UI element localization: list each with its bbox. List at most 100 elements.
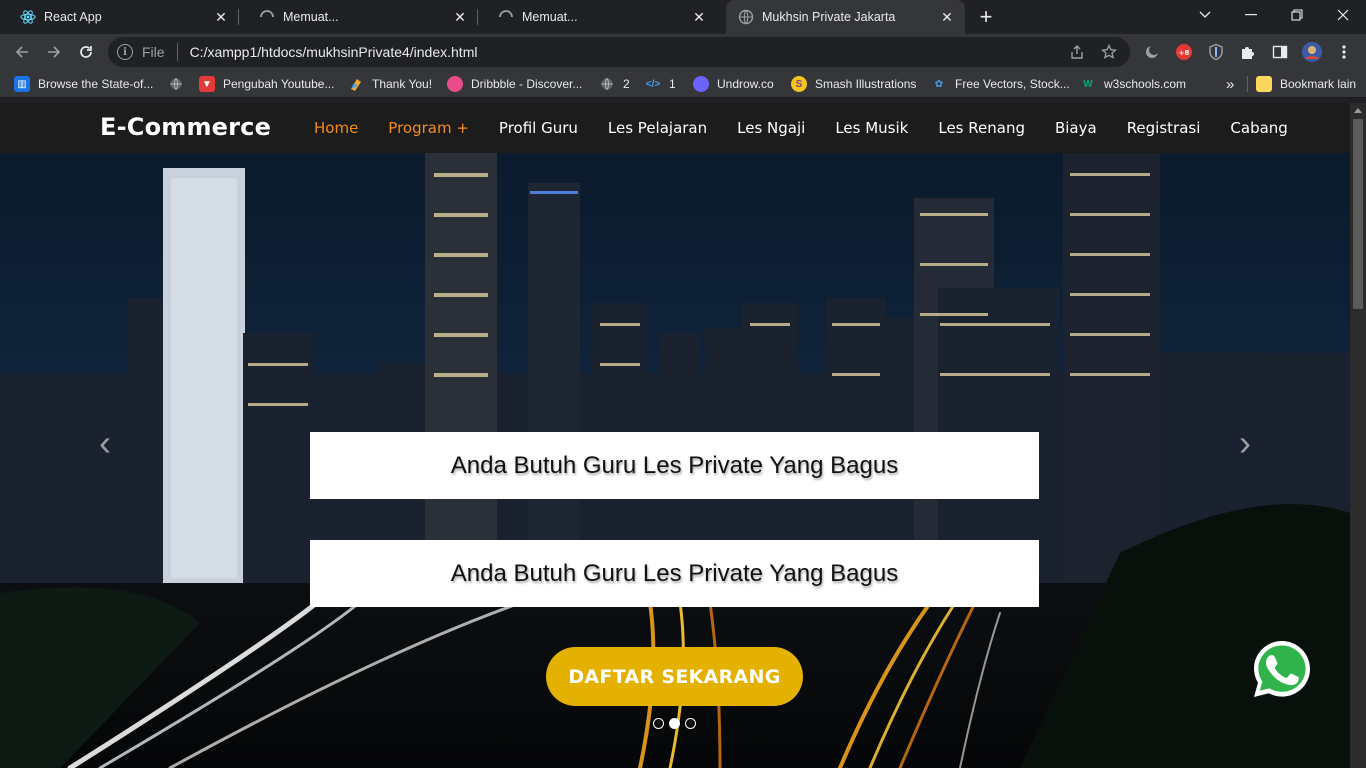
folder-icon (1256, 76, 1272, 92)
page-viewport: E-Commerce Home Program + Profil Guru Le… (0, 103, 1350, 768)
bookmark-icon (348, 76, 364, 92)
url-text[interactable]: C:/xampp1/htdocs/mukhsinPrivate4/index.h… (190, 44, 1066, 60)
carousel-indicators (653, 718, 696, 729)
papers-icon: ▥ (14, 76, 30, 92)
bookmark-smash[interactable]: S Smash Illustrations (791, 75, 916, 93)
youtube-icon: ▼ (199, 76, 215, 92)
close-icon[interactable]: ✕ (213, 9, 229, 25)
kebab-menu-icon (1342, 45, 1346, 59)
address-divider (176, 43, 178, 61)
react-icon (20, 9, 36, 25)
nav-les-musik[interactable]: Les Musik (835, 119, 908, 137)
back-arrow-icon (15, 46, 28, 58)
side-panel-button[interactable] (1268, 40, 1292, 64)
nav-les-ngaji[interactable]: Les Ngaji (737, 119, 805, 137)
nav-les-pelajaran[interactable]: Les Pelajaran (608, 119, 707, 137)
nav-home[interactable]: Home (314, 119, 358, 137)
nav-les-renang[interactable]: Les Renang (938, 119, 1025, 137)
minimize-button[interactable] (1228, 0, 1274, 30)
close-window-button[interactable] (1320, 0, 1366, 30)
carousel-prev-button[interactable]: ‹ (90, 422, 120, 463)
bookmark-undrow[interactable]: Undrow.co (693, 75, 774, 93)
extension-badge[interactable]: +8 (1172, 40, 1196, 64)
close-icon[interactable]: ✕ (452, 9, 468, 25)
bookmark-label: Bookmark lain (1280, 77, 1357, 91)
bookmark-youtube-converter[interactable]: ▼ Pengubah Youtube... (199, 75, 334, 93)
carousel-indicator-1[interactable] (653, 718, 664, 729)
reload-button[interactable] (74, 40, 98, 64)
share-icon[interactable] (1066, 41, 1088, 63)
bookmark-w3schools[interactable]: W w3schools.com (1080, 75, 1186, 93)
bookmark-dribbble[interactable]: Dribbble - Discover... (447, 75, 582, 93)
close-icon[interactable]: ✕ (691, 9, 707, 25)
bookmark-globe[interactable] (168, 75, 192, 93)
other-bookmarks[interactable]: Bookmark lain (1256, 75, 1356, 93)
extensions-button[interactable] (1236, 40, 1260, 64)
bookmark-label: Browse the State-of... (38, 77, 154, 91)
nav-profil-guru[interactable]: Profil Guru (499, 119, 578, 137)
scrollbar-thumb[interactable] (1353, 119, 1363, 309)
carousel-indicator-2[interactable] (669, 718, 680, 729)
globe-icon (738, 9, 754, 25)
avatar (1302, 42, 1322, 62)
extension-shield[interactable] (1204, 40, 1228, 64)
nav-cabang[interactable]: Cabang (1230, 119, 1287, 137)
bookmark-1[interactable]: </> 1 (645, 75, 676, 93)
close-icon[interactable]: ✕ (939, 9, 955, 25)
svg-text:+8: +8 (1179, 49, 1190, 57)
tab-loading-2[interactable]: Memuat... ✕ (478, 0, 717, 34)
bookmark-label: w3schools.com (1104, 77, 1187, 91)
minimize-icon (1245, 14, 1257, 16)
info-icon[interactable]: i (117, 44, 133, 60)
loading-spinner-icon (498, 9, 514, 25)
new-tab-button[interactable]: + (974, 4, 998, 29)
nav-registrasi[interactable]: Registrasi (1127, 119, 1201, 137)
bookmark-label: Smash Illustrations (815, 77, 917, 91)
globe-icon (168, 76, 184, 92)
site-menu: Home Program + Profil Guru Les Pelajaran… (314, 103, 1318, 153)
close-icon (1337, 9, 1349, 21)
bookmarks-bar: ▥ Browse the State-of... ▼ Pengubah Yout… (0, 70, 1366, 98)
carousel-next-button[interactable]: › (1230, 422, 1260, 463)
forward-button[interactable] (42, 40, 66, 64)
scheme-label: File (142, 44, 165, 60)
bookmark-2[interactable]: 2 (599, 75, 630, 93)
hero-caption-primary: Anda Butuh Guru Les Private Yang Bagus (310, 432, 1039, 499)
bookmark-papers[interactable]: ▥ Browse the State-of... (14, 75, 153, 93)
page-scrollbar[interactable] (1350, 103, 1366, 768)
hero-caption-secondary: Anda Butuh Guru Les Private Yang Bagus (310, 540, 1039, 607)
globe-icon (599, 76, 615, 92)
profile-button[interactable] (1300, 40, 1324, 64)
tab-loading-1[interactable]: Memuat... ✕ (239, 0, 478, 34)
back-button[interactable] (10, 40, 34, 64)
freepik-icon: ✿ (934, 78, 944, 90)
browser-toolbar: i File C:/xampp1/htdocs/mukhsinPrivate4/… (0, 34, 1366, 70)
bookmark-label: Thank You! (372, 77, 433, 91)
chrome-menu-button[interactable] (1332, 40, 1356, 64)
restore-button[interactable] (1274, 0, 1320, 30)
undraw-icon (693, 76, 709, 92)
tab-mukhsin-private[interactable]: Mukhsin Private Jakarta ✕ (726, 0, 965, 34)
register-now-button[interactable]: DAFTAR SEKARANG (546, 647, 803, 706)
star-icon[interactable] (1098, 41, 1120, 63)
bookmark-thank-you[interactable]: Thank You! (348, 75, 432, 93)
bookmark-freepik[interactable]: ✿ Free Vectors, Stock... (931, 75, 1070, 93)
scroll-up-arrow[interactable] (1354, 108, 1362, 113)
tab-search-button[interactable] (1182, 0, 1228, 30)
bookmark-label: Pengubah Youtube... (223, 77, 335, 91)
tab-react-app[interactable]: React App ✕ (0, 0, 239, 34)
bookmarks-overflow-button[interactable]: » (1226, 75, 1234, 93)
nav-program[interactable]: Program + (388, 119, 469, 137)
extension-dark-reader[interactable] (1140, 40, 1164, 64)
site-brand[interactable]: E-Commerce (100, 113, 271, 141)
moon-icon (1146, 45, 1159, 58)
address-bar[interactable]: i File C:/xampp1/htdocs/mukhsinPrivate4/… (108, 37, 1130, 67)
carousel-indicator-3[interactable] (685, 718, 696, 729)
nav-biaya[interactable]: Biaya (1055, 119, 1097, 137)
forward-arrow-icon (48, 46, 61, 58)
tab-title: Memuat... (283, 10, 339, 24)
bookmark-label: Undrow.co (717, 77, 774, 91)
whatsapp-icon[interactable] (1250, 637, 1314, 701)
tab-title: React App (44, 10, 102, 24)
w3schools-icon: W (1083, 78, 1093, 90)
